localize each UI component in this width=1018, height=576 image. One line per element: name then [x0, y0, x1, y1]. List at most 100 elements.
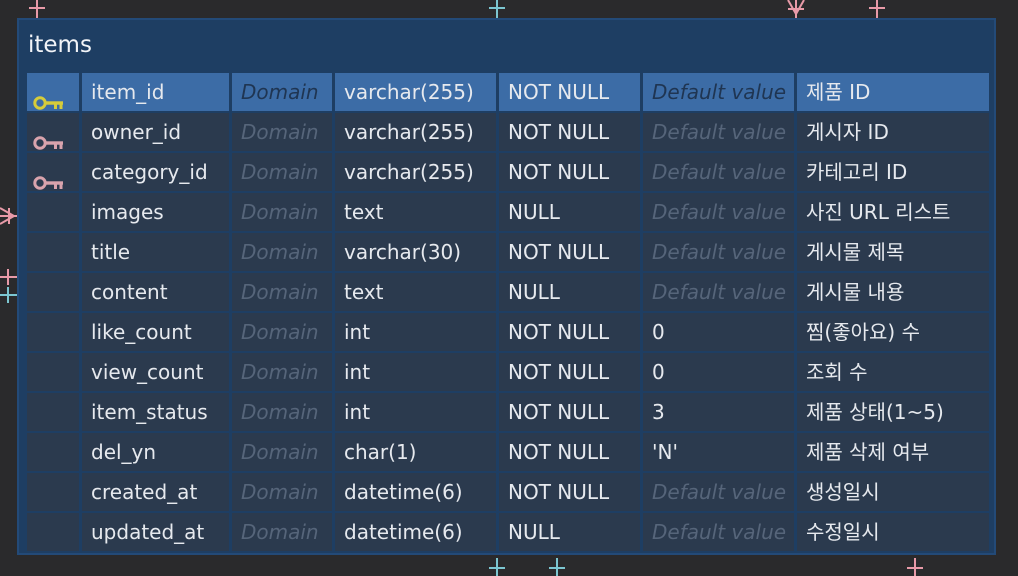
- column-name[interactable]: view_count: [82, 353, 229, 391]
- column-name[interactable]: images: [82, 193, 229, 231]
- entity-table[interactable]: items item_id Domain varchar(255) NOT NULL D…: [17, 18, 996, 555]
- column-comment[interactable]: 제품 ID: [797, 73, 989, 111]
- erd-canvas[interactable]: items item_id Domain varchar(255) NOT NULL D…: [0, 0, 1018, 576]
- column-nullability[interactable]: NULL: [499, 513, 640, 551]
- column-domain[interactable]: Domain: [232, 513, 332, 551]
- column-nullability[interactable]: NOT NULL: [499, 313, 640, 351]
- column-name[interactable]: title: [82, 233, 229, 271]
- column-comment[interactable]: 수정일시: [797, 513, 989, 551]
- column-domain[interactable]: Domain: [232, 433, 332, 471]
- column-domain[interactable]: Domain: [232, 313, 332, 351]
- column-nullability[interactable]: NULL: [499, 193, 640, 231]
- column-name[interactable]: content: [82, 273, 229, 311]
- column-comment[interactable]: 생성일시: [797, 473, 989, 511]
- column-row[interactable]: updated_at Domain datetime(6) NULL Default v…: [27, 513, 989, 551]
- column-name[interactable]: like_count: [82, 313, 229, 351]
- column-data-type[interactable]: int: [335, 313, 496, 351]
- entity-title[interactable]: items: [28, 30, 92, 60]
- column-row[interactable]: content Domain text NULL Default value 게시물 내용: [27, 273, 989, 311]
- column-row[interactable]: category_id Domain varchar(255) NOT NULL Def…: [27, 153, 989, 191]
- column-data-type[interactable]: datetime(6): [335, 473, 496, 511]
- column-name[interactable]: category_id: [82, 153, 229, 191]
- column-default-value[interactable]: 0: [643, 313, 794, 351]
- column-row[interactable]: item_id Domain varchar(255) NOT NULL Default…: [27, 73, 989, 111]
- column-nullability[interactable]: NOT NULL: [499, 233, 640, 271]
- column-default-value[interactable]: Default value: [643, 473, 794, 511]
- column-data-type[interactable]: varchar(255): [335, 113, 496, 151]
- column-comment[interactable]: 게시자 ID: [797, 113, 989, 151]
- column-nullability[interactable]: NOT NULL: [499, 153, 640, 191]
- relation-connector-left-crowfoot[interactable]: [0, 205, 18, 227]
- column-domain[interactable]: Domain: [232, 393, 332, 431]
- column-domain[interactable]: Domain: [232, 153, 332, 191]
- column-name[interactable]: updated_at: [82, 513, 229, 551]
- column-comment[interactable]: 제품 삭제 여부: [797, 433, 989, 471]
- column-default-value[interactable]: 0: [643, 353, 794, 391]
- column-comment[interactable]: 제품 상태(1~5): [797, 393, 989, 431]
- column-default-value[interactable]: 'N': [643, 433, 794, 471]
- column-key-cell: [27, 433, 79, 471]
- column-default-value[interactable]: Default value: [643, 233, 794, 271]
- column-default-value[interactable]: Default value: [643, 73, 794, 111]
- column-key-cell: [27, 313, 79, 351]
- column-domain[interactable]: Domain: [232, 233, 332, 271]
- column-name[interactable]: item_id: [82, 73, 229, 111]
- column-name[interactable]: created_at: [82, 473, 229, 511]
- column-data-type[interactable]: varchar(30): [335, 233, 496, 271]
- relation-connector-left-pink[interactable]: [0, 268, 18, 286]
- column-nullability[interactable]: NOT NULL: [499, 433, 640, 471]
- column-key-cell: [27, 273, 79, 311]
- column-domain[interactable]: Domain: [232, 193, 332, 231]
- column-comment[interactable]: 게시물 내용: [797, 273, 989, 311]
- relation-connector-left-teal[interactable]: [0, 286, 18, 304]
- column-data-type[interactable]: text: [335, 193, 496, 231]
- column-name[interactable]: item_status: [82, 393, 229, 431]
- column-default-value[interactable]: Default value: [643, 113, 794, 151]
- column-nullability[interactable]: NOT NULL: [499, 473, 640, 511]
- column-comment[interactable]: 카테고리 ID: [797, 153, 989, 191]
- column-name[interactable]: owner_id: [82, 113, 229, 151]
- column-default-value[interactable]: Default value: [643, 153, 794, 191]
- column-comment[interactable]: 찜(좋아요) 수: [797, 313, 989, 351]
- relation-connector-bottom-2[interactable]: [548, 558, 566, 576]
- relation-connector-bottom-1[interactable]: [488, 558, 506, 576]
- relation-connector-top-left[interactable]: [28, 0, 46, 18]
- column-row[interactable]: like_count Domain int NOT NULL 0 찜(좋아요) 수: [27, 313, 989, 351]
- column-nullability[interactable]: NOT NULL: [499, 393, 640, 431]
- column-row[interactable]: view_count Domain int NOT NULL 0 조회 수: [27, 353, 989, 391]
- column-row[interactable]: owner_id Domain varchar(255) NOT NULL Defaul…: [27, 113, 989, 151]
- column-row[interactable]: created_at Domain datetime(6) NOT NULL Defau…: [27, 473, 989, 511]
- relation-connector-bottom-3[interactable]: [906, 558, 924, 576]
- column-row[interactable]: item_status Domain int NOT NULL 3 제품 상태(1~5): [27, 393, 989, 431]
- column-data-type[interactable]: datetime(6): [335, 513, 496, 551]
- column-data-type[interactable]: text: [335, 273, 496, 311]
- column-default-value[interactable]: Default value: [643, 193, 794, 231]
- column-name[interactable]: del_yn: [82, 433, 229, 471]
- column-row[interactable]: del_yn Domain char(1) NOT NULL 'N' 제품 삭제 여부: [27, 433, 989, 471]
- column-nullability[interactable]: NOT NULL: [499, 73, 640, 111]
- relation-connector-top-crowfoot[interactable]: [785, 0, 807, 18]
- column-data-type[interactable]: varchar(255): [335, 73, 496, 111]
- relation-connector-top-right[interactable]: [868, 0, 886, 18]
- column-data-type[interactable]: varchar(255): [335, 153, 496, 191]
- column-data-type[interactable]: int: [335, 393, 496, 431]
- column-domain[interactable]: Domain: [232, 113, 332, 151]
- column-nullability[interactable]: NOT NULL: [499, 353, 640, 391]
- column-domain[interactable]: Domain: [232, 273, 332, 311]
- column-default-value[interactable]: 3: [643, 393, 794, 431]
- column-row[interactable]: title Domain varchar(30) NOT NULL Default va…: [27, 233, 989, 271]
- column-default-value[interactable]: Default value: [643, 273, 794, 311]
- column-data-type[interactable]: int: [335, 353, 496, 391]
- column-data-type[interactable]: char(1): [335, 433, 496, 471]
- column-comment[interactable]: 게시물 제목: [797, 233, 989, 271]
- column-domain[interactable]: Domain: [232, 73, 332, 111]
- column-comment[interactable]: 조회 수: [797, 353, 989, 391]
- column-comment[interactable]: 사진 URL 리스트: [797, 193, 989, 231]
- column-nullability[interactable]: NULL: [499, 273, 640, 311]
- column-default-value[interactable]: Default value: [643, 513, 794, 551]
- column-row[interactable]: images Domain text NULL Default value 사진 URL …: [27, 193, 989, 231]
- column-domain[interactable]: Domain: [232, 473, 332, 511]
- relation-connector-top-center[interactable]: [488, 0, 506, 18]
- column-nullability[interactable]: NOT NULL: [499, 113, 640, 151]
- column-domain[interactable]: Domain: [232, 353, 332, 391]
